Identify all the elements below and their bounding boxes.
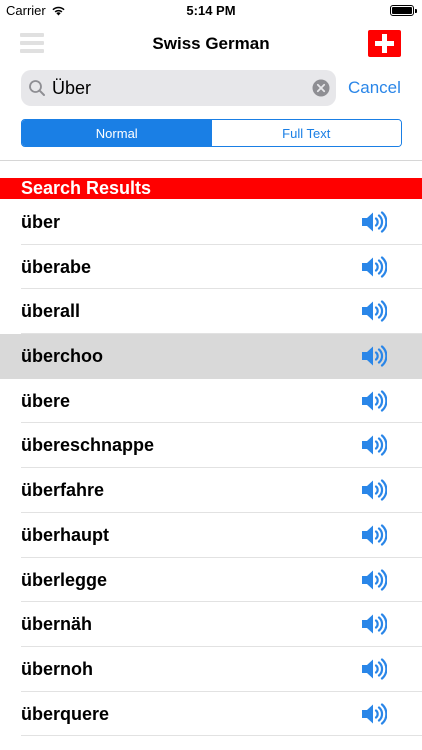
- speaker-icon[interactable]: [361, 255, 388, 279]
- section-header: Search Results: [0, 178, 422, 199]
- speaker-icon[interactable]: [361, 344, 388, 368]
- result-word: übernoh: [21, 658, 93, 679]
- result-row[interactable]: überabe: [0, 245, 422, 290]
- row-separator: [21, 735, 422, 737]
- results-list: über überabe überall überchoo übere übereschn…: [0, 200, 422, 737]
- speaker-icon[interactable]: [361, 568, 388, 592]
- status-bar: Carrier 5:14 PM: [0, 0, 422, 22]
- search-input[interactable]: [52, 72, 302, 104]
- cancel-button[interactable]: Cancel: [348, 78, 401, 98]
- battery-icon: [390, 5, 417, 16]
- search-icon: [29, 80, 45, 96]
- speaker-icon[interactable]: [361, 523, 388, 547]
- page-title: Swiss German: [152, 34, 270, 53]
- result-word: überfahre: [21, 480, 105, 501]
- speaker-icon[interactable]: [361, 702, 388, 726]
- speaker-icon[interactable]: [361, 657, 388, 681]
- result-row[interactable]: überlegge: [0, 558, 422, 603]
- result-row[interactable]: über: [0, 200, 422, 245]
- segment-full-text[interactable]: Full Text: [211, 120, 401, 146]
- search-mode-control: Normal Full Text: [21, 119, 402, 147]
- clear-icon[interactable]: [312, 79, 330, 97]
- divider: [0, 160, 422, 161]
- speaker-icon[interactable]: [361, 478, 388, 502]
- result-word: übernäh: [21, 614, 93, 635]
- result-row[interactable]: überfahre: [0, 468, 422, 513]
- result-row[interactable]: übereschnappe: [0, 423, 422, 469]
- result-word: übereschnappe: [21, 435, 155, 456]
- speaker-icon[interactable]: [361, 299, 388, 323]
- speaker-icon[interactable]: [361, 210, 388, 234]
- result-word: überchoo: [21, 346, 104, 367]
- search-field[interactable]: [21, 70, 336, 106]
- result-row[interactable]: überchoo: [0, 334, 422, 379]
- result-row[interactable]: übernäh: [0, 602, 422, 647]
- segment-normal[interactable]: Normal: [22, 120, 212, 146]
- result-word: überabe: [21, 256, 92, 277]
- swiss-flag-icon[interactable]: [368, 30, 401, 57]
- status-time: 5:14 PM: [186, 3, 236, 18]
- speaker-icon[interactable]: [361, 389, 388, 413]
- result-word: überhaupt: [21, 524, 109, 545]
- result-row[interactable]: überall: [0, 289, 422, 335]
- result-word: überall: [21, 301, 81, 322]
- result-word: überlegge: [21, 569, 108, 590]
- result-row[interactable]: überquere: [0, 692, 422, 737]
- result-word: übere: [21, 390, 71, 411]
- result-row[interactable]: übere: [0, 379, 422, 424]
- speaker-icon[interactable]: [361, 612, 388, 636]
- result-word: überquere: [21, 703, 110, 724]
- speaker-icon[interactable]: [361, 433, 388, 457]
- result-row[interactable]: übernoh: [0, 647, 422, 692]
- result-word: über: [21, 212, 61, 232]
- nav-bar: Swiss German: [0, 22, 422, 66]
- result-row[interactable]: überhaupt: [0, 513, 422, 558]
